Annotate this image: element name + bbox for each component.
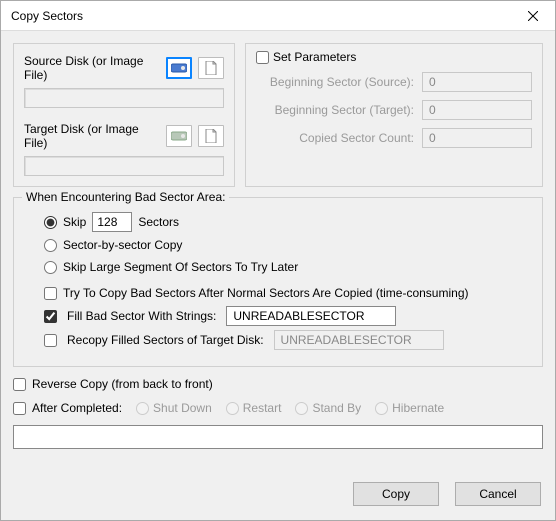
try-copy-bad-checkbox[interactable] xyxy=(44,287,57,300)
recopy-input[interactable] xyxy=(274,330,444,350)
source-disk-button[interactable] xyxy=(166,57,192,79)
sector-by-sector-radio[interactable] xyxy=(44,239,57,252)
titlebar: Copy Sectors xyxy=(1,1,555,31)
reverse-copy-label: Reverse Copy (from back to front) xyxy=(32,377,213,391)
target-disk-display xyxy=(24,156,224,176)
restart-label: Restart xyxy=(243,401,282,415)
target-disk-button[interactable] xyxy=(166,125,192,147)
recopy-checkbox[interactable] xyxy=(44,334,57,347)
copied-count-input[interactable] xyxy=(422,128,532,148)
beginning-target-label: Beginning Sector (Target): xyxy=(256,103,422,117)
close-icon xyxy=(528,11,538,21)
shutdown-radio[interactable] xyxy=(136,402,149,415)
beginning-target-input[interactable] xyxy=(422,100,532,120)
skip-radio[interactable] xyxy=(44,216,57,229)
source-disk-display xyxy=(24,88,224,108)
beginning-source-label: Beginning Sector (Source): xyxy=(256,75,422,89)
after-completed-label: After Completed: xyxy=(32,401,122,415)
shutdown-label: Shut Down xyxy=(153,401,212,415)
standby-label: Stand By xyxy=(312,401,361,415)
copied-count-label: Copied Sector Count: xyxy=(256,131,422,145)
target-disk-label: Target Disk (or Image File) xyxy=(24,122,160,150)
beginning-source-input[interactable] xyxy=(422,72,532,92)
skip-count-input[interactable] xyxy=(92,212,132,232)
reverse-copy-checkbox[interactable] xyxy=(13,378,26,391)
hibernate-radio[interactable] xyxy=(375,402,388,415)
source-file-button[interactable] xyxy=(198,57,224,79)
fill-bad-checkbox[interactable] xyxy=(44,310,57,323)
disk-panel: Source Disk (or Image File) Target Dis xyxy=(13,43,235,187)
cancel-button[interactable]: Cancel xyxy=(455,482,541,506)
set-parameters-checkbox[interactable] xyxy=(256,51,269,64)
try-copy-bad-label: Try To Copy Bad Sectors After Normal Sec… xyxy=(63,286,469,300)
fill-bad-input[interactable] xyxy=(226,306,396,326)
parameters-panel: Set Parameters Beginning Sector (Source)… xyxy=(245,43,543,187)
skip-label: Skip xyxy=(63,215,86,229)
disk-icon xyxy=(171,63,187,73)
target-file-button[interactable] xyxy=(198,125,224,147)
hibernate-label: Hibernate xyxy=(392,401,444,415)
window-title: Copy Sectors xyxy=(11,9,83,23)
standby-radio[interactable] xyxy=(295,402,308,415)
source-disk-label: Source Disk (or Image File) xyxy=(24,54,160,82)
dialog-content: Source Disk (or Image File) Target Dis xyxy=(1,31,555,520)
sector-by-sector-label: Sector-by-sector Copy xyxy=(63,238,182,252)
progress-display xyxy=(13,425,543,449)
disk-icon xyxy=(171,131,187,141)
set-parameters-label: Set Parameters xyxy=(273,50,356,64)
bad-sector-legend: When Encountering Bad Sector Area: xyxy=(22,190,229,204)
document-icon xyxy=(205,129,217,143)
bad-sector-group: When Encountering Bad Sector Area: Skip … xyxy=(13,197,543,367)
after-completed-checkbox[interactable] xyxy=(13,402,26,415)
skip-large-radio[interactable] xyxy=(44,261,57,274)
recopy-label: Recopy Filled Sectors of Target Disk: xyxy=(67,333,264,347)
close-button[interactable] xyxy=(511,1,555,31)
copy-button[interactable]: Copy xyxy=(353,482,439,506)
fill-bad-label: Fill Bad Sector With Strings: xyxy=(67,309,216,323)
document-icon xyxy=(205,61,217,75)
restart-radio[interactable] xyxy=(226,402,239,415)
skip-suffix-label: Sectors xyxy=(138,215,179,229)
skip-large-label: Skip Large Segment Of Sectors To Try Lat… xyxy=(63,260,298,274)
